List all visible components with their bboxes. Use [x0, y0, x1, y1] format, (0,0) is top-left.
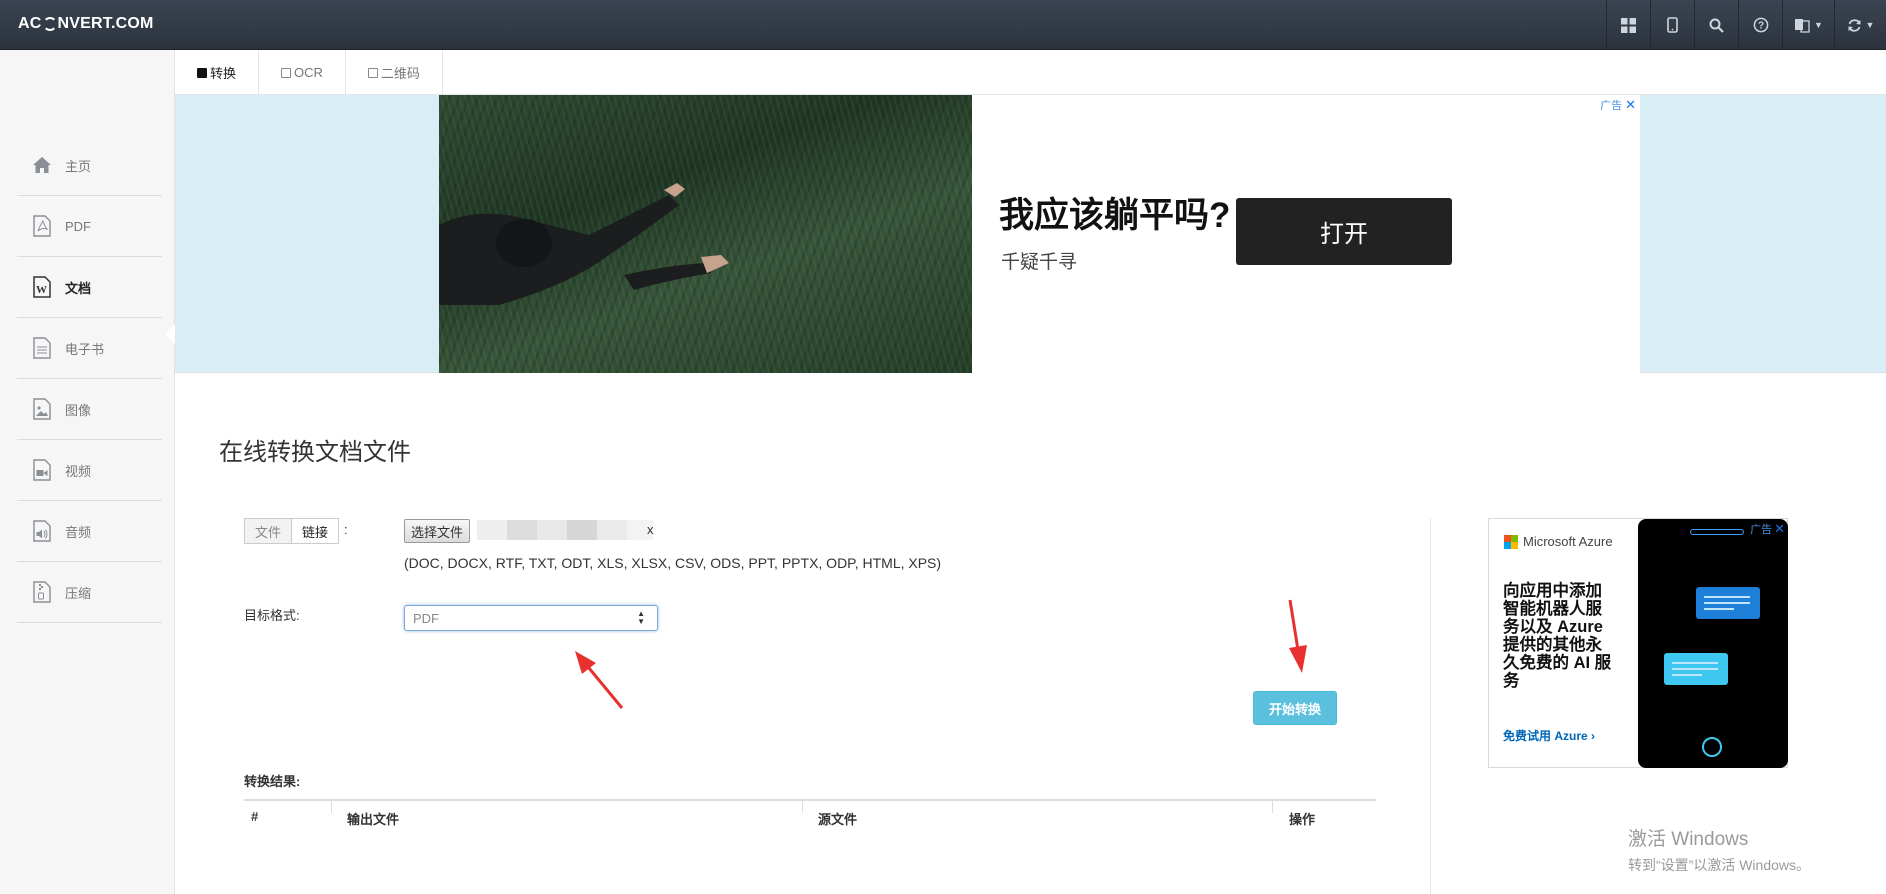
column-header-action: 操作 [1289, 812, 1316, 827]
pdf-icon [31, 215, 53, 237]
help-icon[interactable]: ? [1738, 0, 1782, 50]
blurred-filename [477, 520, 653, 540]
target-format-select[interactable]: PDF ▲ ▼ [404, 605, 658, 631]
ad-banner[interactable]: 我应该躺平吗? 千疑千寻 打开 广告 ✕ [439, 95, 1640, 373]
sidebar-item-pdf[interactable]: PDF [17, 196, 162, 257]
source-colon: : [344, 522, 348, 537]
annotation-arrow-icon [575, 651, 624, 709]
top-navbar: AC NVERT.COM ? ▼ ▼ [0, 0, 1886, 50]
chat-bubble-icon [1696, 587, 1760, 619]
checkbox-icon [197, 67, 207, 78]
ad-choices-tag[interactable]: 广告 ✕ [1600, 97, 1636, 113]
close-icon[interactable]: ✕ [1774, 521, 1785, 537]
result-label: 转换结果: [244, 774, 301, 789]
sidebar: 主页 PDF W 文档 电子书 图像 视频 音频 压缩 [0, 50, 176, 894]
ad-headline: 我应该躺平吗? [999, 196, 1231, 235]
source-toggle: 文件 链接 [244, 518, 340, 544]
ad-open-button[interactable]: 打开 [1236, 198, 1452, 265]
ad-subtitle: 千疑千寻 [1001, 252, 1078, 273]
microsoft-logo: Microsoft Azure [1504, 534, 1613, 549]
sidebar-item-image[interactable]: 图像 [17, 379, 162, 440]
sidebar-menu: 主页 PDF W 文档 电子书 图像 视频 音频 压缩 [17, 135, 162, 623]
sidebar-item-archive[interactable]: 压缩 [17, 562, 162, 623]
refresh-icon[interactable]: ▼ [1834, 0, 1886, 50]
tablet-icon[interactable] [1650, 0, 1694, 50]
grid-icon[interactable] [1606, 0, 1650, 50]
ad-photo [439, 95, 972, 373]
column-header-index: # [251, 809, 259, 824]
tab-convert[interactable]: 转换 [175, 50, 260, 95]
filename-suffix: x [647, 522, 654, 537]
supported-formats: (DOC, DOCX, RTF, TXT, ODT, XLS, XLSX, CS… [404, 555, 942, 571]
column-header-output-file: 输出文件 [347, 812, 400, 827]
sidebar-item-document[interactable]: W 文档 [17, 257, 162, 318]
azure-ad-text: 向应用中添加智能机器人服务以及 Azure 提供的其他永久免费的 AI 服务 [1503, 582, 1612, 690]
chat-bubble-icon [1664, 653, 1728, 685]
brand-swirl-icon [42, 17, 57, 31]
search-icon[interactable] [1694, 0, 1738, 50]
audio-icon [31, 520, 53, 542]
select-arrows-icon: ▲ ▼ [637, 609, 645, 626]
content-divider [1430, 518, 1431, 894]
source-link-button[interactable]: 链接 [292, 518, 340, 544]
video-icon [31, 459, 53, 481]
tab-qrcode[interactable]: 二维码 [346, 50, 443, 95]
word-document-icon: W [31, 276, 53, 298]
result-table: # 输出文件 源文件 操作 [244, 799, 1376, 829]
person-lying-image [439, 183, 729, 305]
choose-file-button[interactable]: 选择文件 [404, 519, 471, 543]
checkbox-icon [281, 67, 292, 78]
start-convert-button[interactable]: 开始转换 [1253, 691, 1337, 725]
microsoft-icon [1504, 534, 1518, 549]
translate-icon[interactable]: ▼ [1782, 0, 1834, 50]
sidebar-item-video[interactable]: 视频 [17, 440, 162, 501]
ad-banner-band: 我应该躺平吗? 千疑千寻 打开 广告 ✕ [175, 95, 1886, 373]
sidebar-item-audio[interactable]: 音频 [17, 501, 162, 562]
windows-activation-watermark: 激活 Windows 转到“设置”以激活 Windows。 [1628, 829, 1811, 873]
ad-choices-tag[interactable]: 广告 ✕ [1750, 521, 1785, 537]
sidebar-item-home[interactable]: 主页 [17, 135, 162, 196]
image-icon [31, 398, 53, 420]
column-header-source-file: 源文件 [818, 812, 858, 827]
svg-text:?: ? [1757, 21, 1763, 32]
close-icon[interactable]: ✕ [1625, 97, 1636, 113]
target-format-label: 目标格式: [244, 608, 300, 623]
phone-illustration [1638, 519, 1788, 768]
home-icon [31, 154, 53, 176]
svg-text:W: W [36, 284, 47, 296]
annotation-arrow-icon [1288, 599, 1307, 673]
sidebar-item-ebook[interactable]: 电子书 [17, 318, 162, 379]
azure-side-ad[interactable]: Microsoft Azure 向应用中添加智能机器人服务以及 Azure 提供… [1488, 518, 1788, 768]
tab-ocr[interactable]: OCR [259, 50, 346, 95]
archive-icon [31, 581, 53, 603]
mode-tabs: 转换 OCR 二维码 [175, 50, 1886, 95]
brand-logo[interactable]: AC NVERT.COM [18, 15, 154, 33]
ebook-icon [31, 337, 53, 359]
azure-free-trial-link[interactable]: 免费试用 Azure › [1503, 727, 1595, 744]
source-file-button[interactable]: 文件 [244, 518, 293, 544]
checkbox-icon [367, 67, 378, 78]
page-title: 在线转换文档文件 [219, 439, 411, 466]
